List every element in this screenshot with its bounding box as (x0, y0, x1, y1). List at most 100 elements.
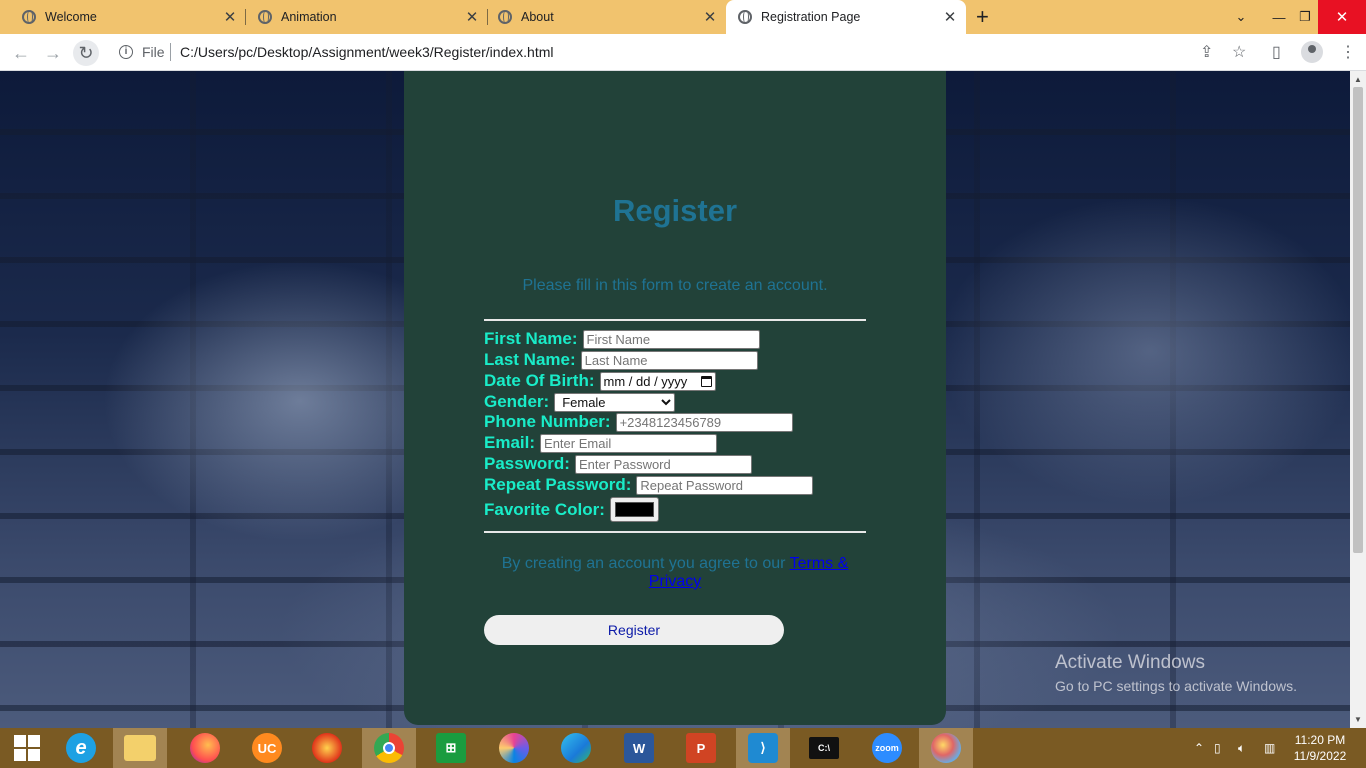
repeat-password-input[interactable] (636, 475, 814, 495)
gender-label: Gender: (484, 392, 550, 411)
tab-registration[interactable]: Registration Page ✕ (726, 0, 966, 34)
terminal-icon[interactable]: C:\ (797, 728, 851, 768)
email-input[interactable] (540, 433, 718, 453)
phone-row: Phone Number: (484, 412, 793, 432)
phone-input[interactable] (615, 412, 793, 432)
page-viewport: Register Please fill in this form to cre… (0, 71, 1350, 728)
clock-date: 11/9/2022 (1293, 749, 1347, 763)
dob-value: mm / dd / yyyy (603, 373, 688, 389)
close-icon[interactable]: ✕ (700, 8, 720, 26)
email-label: Email: (484, 433, 536, 452)
register-button[interactable]: Register (484, 615, 784, 645)
registration-card: Register Please fill in this form to cre… (404, 71, 946, 725)
first-name-input[interactable] (582, 329, 760, 349)
calendar-icon[interactable] (700, 375, 712, 387)
tab-title: Welcome (45, 10, 97, 24)
first-name-label: First Name: (484, 329, 578, 348)
tab-title: About (521, 10, 554, 24)
internet-explorer-icon[interactable]: e (54, 728, 108, 768)
form-subtitle: Please fill in this form to create an ac… (522, 277, 828, 294)
last-name-input[interactable] (580, 350, 758, 370)
tab-about[interactable]: About ✕ (476, 0, 726, 34)
repeat-password-row: Repeat Password: (484, 475, 814, 495)
edge-icon[interactable] (549, 728, 603, 768)
password-row: Password: (484, 454, 752, 474)
watermark-subtitle: Go to PC settings to activate Windows. (1055, 678, 1297, 694)
color-swatch (614, 502, 654, 517)
close-window-icon[interactable]: ✕ (1318, 0, 1366, 34)
microsoft-store-icon[interactable]: ⊞ (424, 728, 478, 768)
scroll-down-icon[interactable]: ▼ (1354, 715, 1362, 724)
address-bar[interactable]: i File C:/Users/pc/Desktop/Assignment/we… (108, 38, 1228, 67)
menu-icon[interactable]: ⋮ (1340, 42, 1356, 62)
volume-icon[interactable]: 🔈︎ (1238, 728, 1245, 768)
terms-prefix: By creating an account you agree to our (501, 555, 786, 572)
new-tab-button[interactable]: + (976, 4, 989, 30)
show-hidden-icons[interactable]: ⌃ (1194, 728, 1204, 768)
taskbar: e UC ⊞ W P ⟩ C:\ zoom ⌃ ▯ 🔈︎ ▥ 11:20 PM … (0, 728, 1366, 768)
dob-row: Date Of Birth: mm / dd / yyyy (484, 371, 716, 391)
start-button[interactable] (0, 728, 54, 768)
email-row: Email: (484, 433, 718, 453)
word-icon[interactable]: W (612, 728, 666, 768)
scroll-up-icon[interactable]: ▲ (1354, 75, 1362, 84)
vscode-icon[interactable]: ⟩ (736, 728, 790, 768)
photos-icon[interactable] (487, 728, 541, 768)
activate-windows-watermark: Activate Windows Go to PC settings to ac… (1055, 652, 1297, 694)
watermark-title: Activate Windows (1055, 652, 1205, 673)
divider (484, 531, 866, 533)
color-row: Favorite Color: (484, 497, 659, 522)
side-panel-icon[interactable]: ▯ (1272, 42, 1281, 62)
url-text[interactable]: C:/Users/pc/Desktop/Assignment/week3/Reg… (180, 44, 553, 60)
powerpoint-icon[interactable]: P (674, 728, 728, 768)
reload-icon[interactable]: ↻ (73, 40, 99, 66)
globe-icon (738, 10, 752, 24)
tab-search-icon[interactable]: ⌄ (1228, 0, 1254, 34)
dob-input[interactable]: mm / dd / yyyy (599, 371, 716, 391)
tab-strip: Welcome ✕ Animation ✕ About ✕ Registrati… (0, 0, 1366, 34)
forward-icon[interactable]: → (40, 40, 66, 66)
share-icon[interactable]: ⇪ (1200, 42, 1213, 62)
first-name-row: First Name: (484, 329, 760, 349)
password-label: Password: (484, 454, 570, 473)
gender-select[interactable]: Female (554, 392, 676, 412)
system-clock[interactable]: 11:20 PM 11/9/2022 (1288, 732, 1352, 764)
terms-text: By creating an account you agree to our … (484, 555, 866, 591)
page-scrollbar[interactable]: ▲ ▼ (1350, 71, 1366, 728)
back-icon[interactable]: ← (8, 40, 34, 66)
browser-toolbar: ← → ↻ i File C:/Users/pc/Desktop/Assignm… (0, 34, 1366, 71)
zoom-icon[interactable]: zoom (860, 728, 914, 768)
uc-browser-icon[interactable]: UC (240, 728, 294, 768)
file-label: File (142, 44, 165, 60)
last-name-label: Last Name: (484, 350, 576, 369)
windows-logo-icon (14, 735, 40, 761)
color-label: Favorite Color: (484, 499, 605, 519)
close-icon[interactable]: ✕ (940, 8, 960, 26)
firefox-dev-icon[interactable] (300, 728, 354, 768)
minimize-icon[interactable]: — (1266, 0, 1292, 34)
scroll-thumb[interactable] (1353, 87, 1363, 553)
info-icon[interactable]: i (119, 45, 133, 59)
chrome-icon[interactable] (362, 728, 416, 768)
profile-avatar[interactable] (1301, 41, 1323, 63)
repeat-password-label: Repeat Password: (484, 475, 632, 494)
gender-row: Gender: Female (484, 392, 676, 412)
paint-icon[interactable] (919, 728, 973, 768)
divider (170, 43, 171, 61)
battery-icon[interactable]: ▯ (1214, 728, 1221, 768)
star-icon[interactable]: ☆ (1232, 42, 1246, 62)
network-icon[interactable]: ▥ (1264, 728, 1275, 768)
password-input[interactable] (574, 454, 752, 474)
dob-label: Date Of Birth: (484, 371, 595, 390)
clock-time: 11:20 PM (1294, 733, 1346, 747)
tab-title: Registration Page (761, 10, 861, 24)
tab-title: Animation (281, 10, 337, 24)
restore-icon[interactable]: ❐ (1292, 0, 1318, 34)
tab-animation[interactable]: Animation ✕ (236, 0, 488, 34)
phone-label: Phone Number: (484, 412, 611, 431)
file-explorer-icon[interactable] (113, 728, 167, 768)
firefox-icon[interactable] (178, 728, 232, 768)
divider (484, 319, 866, 321)
tab-welcome[interactable]: Welcome ✕ (0, 0, 246, 34)
color-picker[interactable] (609, 497, 659, 522)
